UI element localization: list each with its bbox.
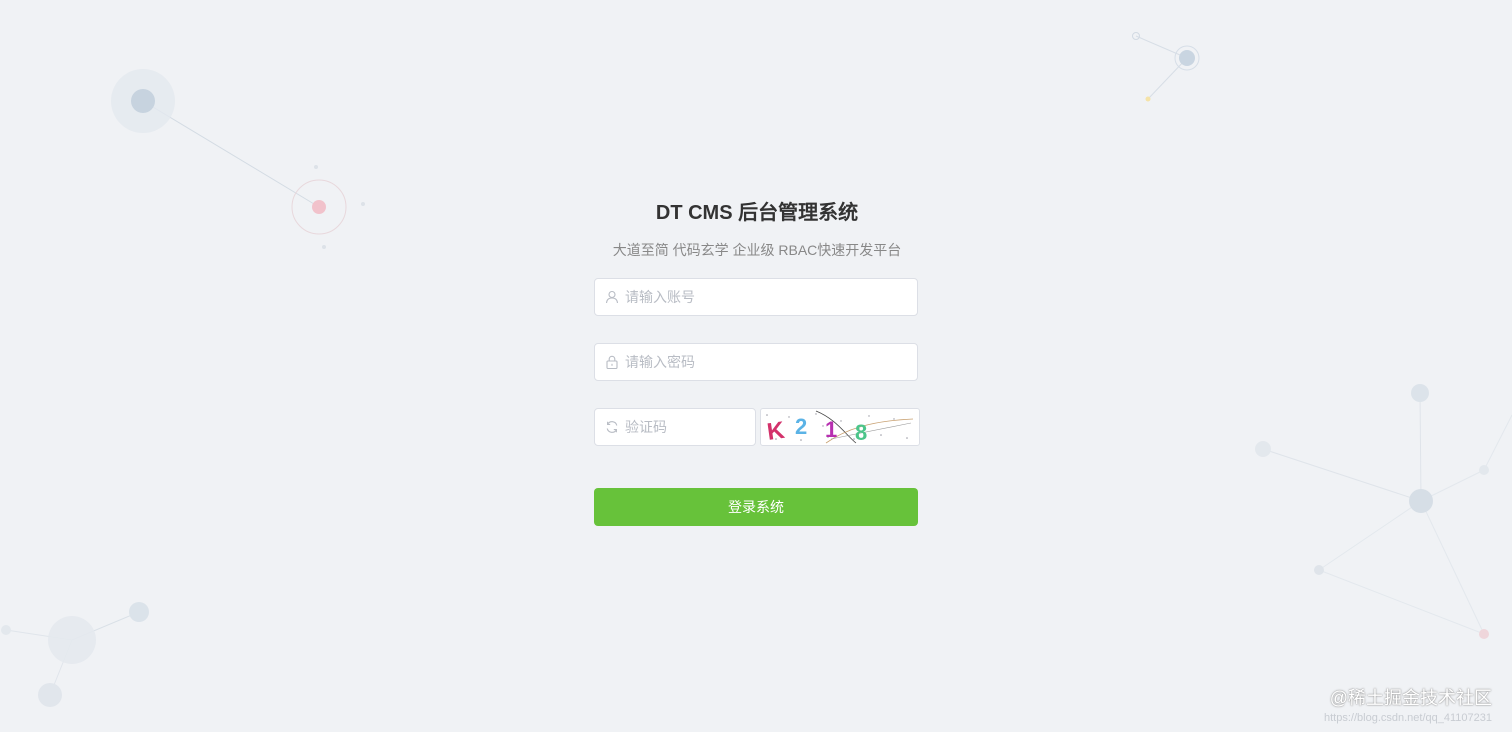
username-field[interactable] <box>594 278 918 316</box>
password-input[interactable] <box>625 344 905 380</box>
svg-text:8: 8 <box>855 420 867 445</box>
refresh-icon <box>606 421 618 433</box>
user-icon <box>605 290 619 304</box>
captcha-input[interactable] <box>625 409 745 445</box>
page-title: DT CMS 后台管理系统 <box>655 202 859 224</box>
watermark-label: @稀土掘金技术社区 <box>1329 688 1492 708</box>
captcha-image[interactable]: K 2 1 8 <box>760 408 920 446</box>
login-form: DT CMS 后台管理系统 大道至简 代码玄学 企业级 RBAC快速开发平台 请… <box>594 195 920 526</box>
captcha-field[interactable] <box>594 408 756 446</box>
watermark-url: https://blog.csdn.net/qq_41107231 <box>1324 712 1492 724</box>
svg-text:K: K <box>765 417 787 445</box>
lock-icon <box>606 355 618 369</box>
page-subtitle: 大道至简 代码玄学 企业级 RBAC快速开发平台 <box>612 242 902 258</box>
password-field[interactable] <box>594 343 918 381</box>
login-button[interactable]: 登录系统 <box>594 488 918 526</box>
captcha-graphic: K 2 1 8 <box>765 410 914 445</box>
svg-text:2: 2 <box>795 414 807 439</box>
svg-text:1: 1 <box>825 417 837 442</box>
username-input[interactable] <box>625 279 905 315</box>
